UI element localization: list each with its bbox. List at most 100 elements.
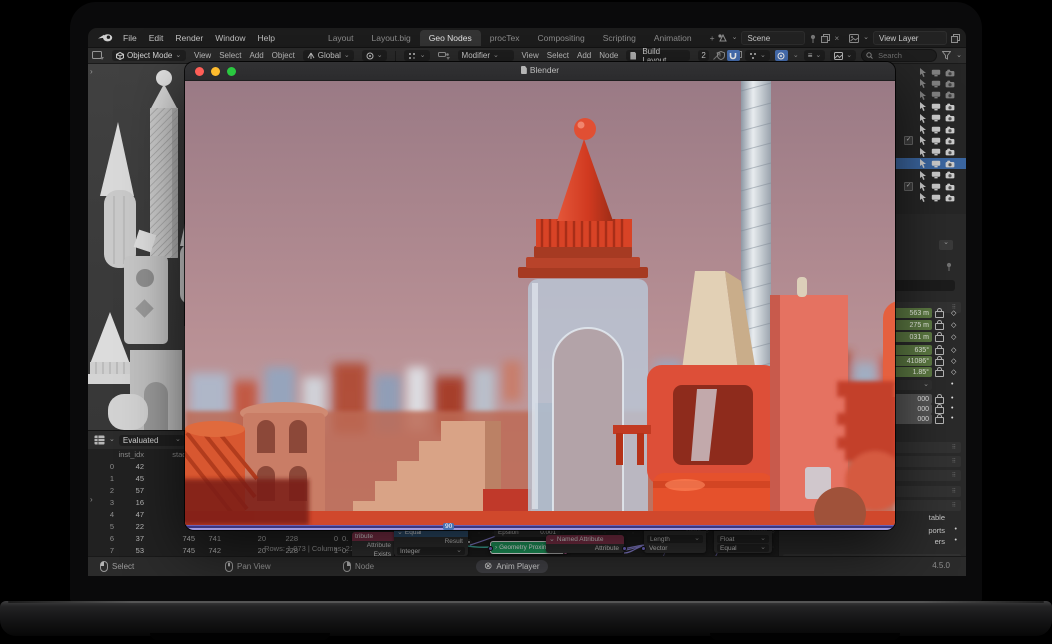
selectability-cursor-icon[interactable]: [919, 148, 927, 157]
disable-render-camera-icon[interactable]: [945, 103, 955, 111]
outliner-checkbox[interactable]: ✓: [904, 136, 913, 145]
node-group-users-button[interactable]: 2: [698, 50, 708, 61]
lock-icon[interactable]: [935, 311, 944, 318]
floating-blender-window[interactable]: Blender: [185, 62, 895, 530]
pin-icon[interactable]: [809, 34, 817, 43]
lock-icon[interactable]: [935, 370, 944, 377]
scene-browse-chevron[interactable]: ⌄: [732, 35, 738, 41]
spreadsheet-cell[interactable]: 742: [188, 546, 221, 555]
animate-dot-icon[interactable]: •: [951, 395, 953, 402]
spreadsheet-cell[interactable]: 228: [258, 534, 298, 543]
menu-help[interactable]: Help: [257, 33, 274, 43]
hide-viewport-monitor-icon[interactable]: [931, 114, 941, 122]
selectability-cursor-icon[interactable]: [919, 182, 927, 191]
proportional-chevron[interactable]: ⌄: [793, 53, 799, 59]
lock-icon[interactable]: [935, 407, 944, 414]
keyframe-diamond-icon[interactable]: ◇: [951, 321, 956, 329]
disable-render-camera-icon[interactable]: [945, 69, 955, 77]
lock-icon[interactable]: [935, 417, 944, 424]
lock-icon[interactable]: [935, 335, 944, 342]
keyframe-diamond-icon[interactable]: ◇: [951, 333, 956, 341]
selectability-cursor-icon[interactable]: [919, 171, 927, 180]
window-titlebar[interactable]: Blender: [185, 62, 895, 81]
attribute-node-header[interactable]: tribute: [352, 532, 396, 541]
vector-math-operation-dropdown[interactable]: Length⌄: [647, 535, 703, 543]
hide-viewport-monitor-icon[interactable]: [931, 137, 941, 145]
disable-render-camera-icon[interactable]: [945, 171, 955, 179]
overlay-dropdown[interactable]: ⌄: [830, 50, 856, 61]
dataset-dropdown[interactable]: Evaluated⌄: [119, 435, 185, 446]
editor-menus-dropdown[interactable]: ≡⌄: [804, 50, 826, 61]
node-search-field[interactable]: [861, 49, 937, 62]
scene-icon[interactable]: [717, 33, 728, 43]
filter-funnel-icon[interactable]: [942, 51, 951, 60]
timeline-strip[interactable]: [185, 525, 895, 530]
selectability-cursor-icon[interactable]: [919, 68, 927, 77]
lock-icon[interactable]: [935, 397, 944, 404]
disable-render-camera-icon[interactable]: [945, 126, 955, 134]
ne-menu-select[interactable]: Select: [547, 51, 569, 60]
node-editor-type-icon[interactable]: [438, 51, 450, 61]
view-layer-field[interactable]: View Layer: [873, 31, 947, 45]
disable-render-camera-icon[interactable]: [945, 160, 955, 168]
vp-menu-view[interactable]: View: [194, 51, 211, 60]
gp-input-socket[interactable]: [488, 546, 493, 551]
float-operation-dropdown[interactable]: Equal⌄: [717, 544, 769, 552]
hide-viewport-monitor-icon[interactable]: [931, 126, 941, 134]
cancel-icon[interactable]: ⊗: [484, 561, 492, 572]
ne-menu-view[interactable]: View: [522, 51, 539, 60]
spreadsheet-cell[interactable]: 53: [106, 546, 144, 555]
vp-menu-select[interactable]: Select: [219, 51, 241, 60]
selectability-cursor-icon[interactable]: [919, 193, 927, 202]
disable-render-camera-icon[interactable]: [945, 80, 955, 88]
hide-viewport-monitor-icon[interactable]: [931, 103, 941, 111]
keyframe-diamond-icon[interactable]: ◇: [951, 368, 956, 376]
disable-render-camera-icon[interactable]: [945, 194, 955, 202]
new-scene-icon[interactable]: [821, 34, 830, 43]
render-viewport[interactable]: [185, 81, 895, 525]
hide-viewport-monitor-icon[interactable]: [931, 148, 941, 156]
keyframe-diamond-icon[interactable]: ◇: [951, 309, 956, 317]
hide-viewport-monitor-icon[interactable]: [931, 183, 941, 191]
hide-viewport-monitor-icon[interactable]: [931, 91, 941, 99]
playhead-frame-label[interactable]: 90: [443, 523, 454, 530]
hide-viewport-monitor-icon[interactable]: [931, 69, 941, 77]
lock-icon[interactable]: [935, 348, 944, 355]
node-group-name-field[interactable]: Build Layout: [626, 50, 690, 61]
ne-menu-add[interactable]: Add: [577, 51, 591, 60]
animate-dot-icon[interactable]: •: [951, 415, 953, 422]
viewport-expand-arrow[interactable]: ›: [90, 67, 93, 76]
lock-icon[interactable]: [935, 323, 944, 330]
disable-render-camera-icon[interactable]: [945, 137, 955, 145]
disable-render-camera-icon[interactable]: [945, 91, 955, 99]
orientation-dropdown[interactable]: Global⌄: [303, 50, 354, 61]
menu-window[interactable]: Window: [215, 33, 245, 43]
selectability-cursor-icon[interactable]: [919, 79, 927, 88]
vp-menu-add[interactable]: Add: [249, 51, 263, 60]
tab-proctex[interactable]: procTex: [481, 30, 529, 46]
scene-name-field[interactable]: Scene: [741, 31, 805, 45]
tab-geo-nodes[interactable]: Geo Nodes: [420, 30, 481, 46]
animate-dot-icon[interactable]: •: [951, 381, 953, 388]
spreadsheet-cell[interactable]: 16: [106, 498, 144, 507]
spreadsheet-cell[interactable]: 57: [106, 486, 144, 495]
snap-settings-dropdown[interactable]: ⌄: [745, 50, 770, 61]
tab-scripting[interactable]: Scripting: [594, 30, 645, 46]
properties-dropdown-chevron[interactable]: ⌄: [939, 240, 953, 250]
viewport-editor-type-icon[interactable]: [92, 51, 104, 61]
unlink-scene-icon[interactable]: ×: [834, 34, 839, 43]
menu-edit[interactable]: Edit: [149, 33, 164, 43]
menu-file[interactable]: File: [123, 33, 137, 43]
proportional-editing-icon[interactable]: [775, 50, 788, 61]
selectability-cursor-icon[interactable]: [919, 91, 927, 100]
new-view-layer-icon[interactable]: [951, 34, 960, 43]
selectability-cursor-icon[interactable]: [919, 102, 927, 111]
hide-viewport-monitor-icon[interactable]: [931, 194, 941, 202]
spreadsheet-cell[interactable]: 45: [106, 474, 144, 483]
compare-int-node[interactable]: ⌄Equal Result Integer⌄: [394, 528, 468, 556]
outliner-checkbox[interactable]: ✓: [904, 182, 913, 191]
tab-layout[interactable]: Layout: [319, 30, 363, 46]
animate-dot-icon[interactable]: •: [951, 405, 953, 412]
search-input[interactable]: [876, 50, 926, 61]
lock-icon[interactable]: [935, 359, 944, 366]
